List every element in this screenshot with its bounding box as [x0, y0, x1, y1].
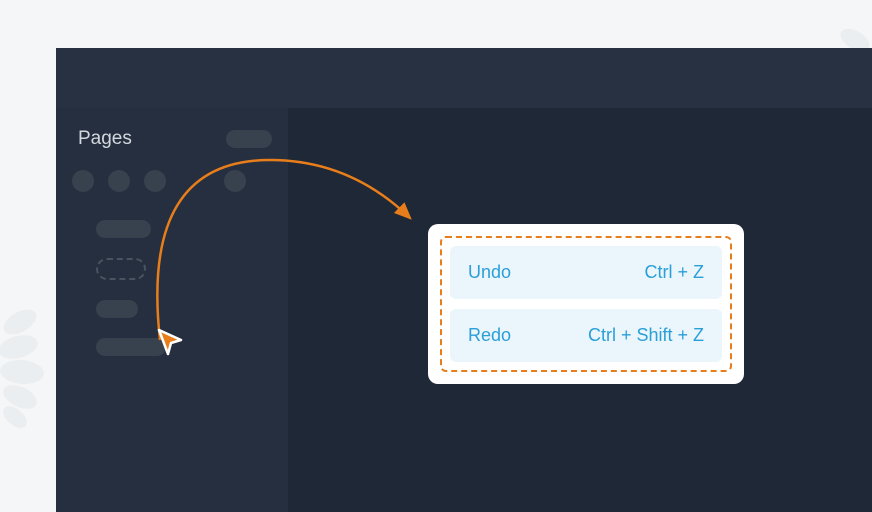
cursor-icon: [155, 326, 187, 358]
shortcut-card: Undo Ctrl + Z Redo Ctrl + Shift + Z: [428, 224, 744, 384]
main-area: Pages Undo Ctrl + Z: [56, 108, 872, 512]
avatar-circle[interactable]: [108, 170, 130, 192]
sidebar: Pages: [56, 108, 288, 512]
page-drop-slot[interactable]: [96, 258, 146, 280]
shortcut-keys: Ctrl + Z: [644, 262, 704, 283]
avatar-circle[interactable]: [224, 170, 246, 192]
circle-row: [56, 170, 288, 210]
decorative-leaf-left: [0, 292, 60, 432]
shortcut-selection: Undo Ctrl + Z Redo Ctrl + Shift + Z: [440, 236, 732, 372]
canvas: Undo Ctrl + Z Redo Ctrl + Shift + Z: [288, 108, 872, 512]
page-item[interactable]: [56, 210, 288, 248]
sidebar-badge: [226, 130, 272, 148]
avatar-circle[interactable]: [144, 170, 166, 192]
shortcut-keys: Ctrl + Shift + Z: [588, 325, 704, 346]
sidebar-title: Pages: [78, 128, 132, 150]
shortcut-undo[interactable]: Undo Ctrl + Z: [450, 246, 722, 299]
page-item[interactable]: [56, 290, 288, 328]
sidebar-header: Pages: [56, 108, 288, 170]
shortcut-action: Redo: [468, 325, 511, 346]
shortcut-redo[interactable]: Redo Ctrl + Shift + Z: [450, 309, 722, 362]
app-window: Pages Undo Ctrl + Z: [56, 48, 872, 512]
top-bar: [56, 48, 872, 108]
avatar-circle[interactable]: [72, 170, 94, 192]
shortcut-action: Undo: [468, 262, 511, 283]
